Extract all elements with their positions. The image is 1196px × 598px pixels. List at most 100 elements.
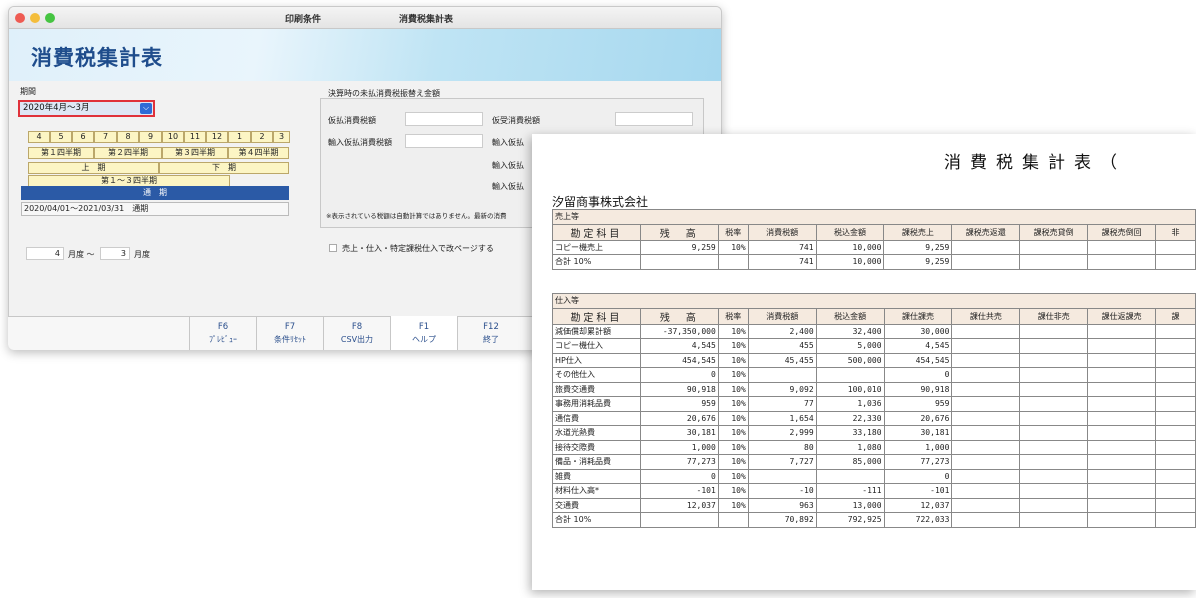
to-month-unit: 月度: [134, 250, 150, 259]
header-banner: 消費税集計表: [9, 29, 721, 81]
csv-export-button[interactable]: F8 CSV出力: [323, 316, 390, 350]
csv-key: F8: [351, 322, 363, 332]
value-cell: 963: [747, 497, 817, 513]
first-half-button[interactable]: 上 期: [28, 162, 159, 174]
yunyu-karibarai-field[interactable]: [405, 134, 483, 148]
karibarai-field[interactable]: [405, 112, 483, 126]
month-button-8[interactable]: 8: [117, 131, 139, 143]
month-button-5[interactable]: 5: [50, 131, 72, 143]
period-select[interactable]: 2020年4月～3月 ⌵: [18, 100, 155, 117]
value-cell: [951, 468, 1021, 484]
title-bar: 印刷条件 消費税集計表: [9, 7, 721, 29]
month-button-1[interactable]: 1: [228, 131, 251, 143]
reset-conditions-button[interactable]: F7 条件ﾘｾｯﾄ: [256, 316, 323, 350]
month-button-2[interactable]: 2: [251, 131, 273, 143]
month-button-12[interactable]: 12: [206, 131, 228, 143]
value-cell: [1155, 410, 1196, 426]
purchase-table: 仕入等 勘定科目残 高税率 消費税額 税込金額 課仕課売 課仕共売 課仕非売 課仕返課売課減価…: [552, 293, 1196, 528]
preview-button[interactable]: F6 ﾌﾟﾚﾋﾞｭｰ: [189, 316, 256, 350]
quarter-button-4[interactable]: 第４四半期: [228, 147, 289, 159]
month-button-7[interactable]: 7: [94, 131, 117, 143]
value-cell: [1087, 367, 1157, 383]
full-year-button[interactable]: 通 期: [21, 186, 289, 200]
value-cell: 9,259: [639, 239, 719, 255]
month-button-6[interactable]: 6: [72, 131, 94, 143]
value-cell: [951, 454, 1021, 470]
tab-print-conditions[interactable]: 印刷条件: [285, 12, 321, 25]
quarter-button-2[interactable]: 第２四半期: [94, 147, 162, 159]
value-cell: [951, 381, 1021, 397]
value-cell: [1087, 483, 1157, 499]
account-name-cell: 備品・消耗品費: [552, 454, 641, 470]
close-window-icon[interactable]: [15, 13, 25, 23]
to-month-input[interactable]: 3: [100, 247, 130, 260]
value-cell: [1155, 254, 1196, 270]
column-header: 非: [1155, 223, 1196, 241]
tab-consumption-tax-summary[interactable]: 消費税集計表: [399, 12, 453, 25]
account-name-cell: コピー機仕入: [552, 338, 641, 354]
table-row: その他仕入 0 10% 0: [552, 367, 1196, 383]
month-button-11[interactable]: 11: [184, 131, 206, 143]
value-cell: [1155, 439, 1196, 455]
column-header: 課仕非売: [1019, 307, 1089, 325]
value-cell: 10%: [717, 352, 749, 368]
column-header: 課仕返課売: [1087, 307, 1157, 325]
value-cell: [1019, 439, 1089, 455]
table-row: 減価償却累計額 -37,350,000 10% 2,400 32,400 30,000: [552, 323, 1196, 339]
month-button-10[interactable]: 10: [162, 131, 184, 143]
value-cell: [1087, 352, 1157, 368]
value-cell: 454,545: [883, 352, 953, 368]
value-cell: 30,181: [639, 425, 719, 441]
table-row: 材料仕入高* -101 10% -10 -111 -101: [552, 483, 1196, 499]
value-cell: 10%: [717, 454, 749, 470]
chevron-down-icon[interactable]: ⌵: [140, 103, 152, 114]
value-cell: 722,033: [883, 512, 953, 528]
value-cell: -10: [747, 483, 817, 499]
from-month-input[interactable]: 4: [26, 247, 64, 260]
value-cell: 1,080: [815, 439, 885, 455]
value-cell: [1087, 239, 1157, 255]
minimize-window-icon[interactable]: [30, 13, 40, 23]
account-name-cell: 材料仕入高*: [552, 483, 641, 499]
csv-label: CSV出力: [340, 335, 374, 344]
value-cell: 30,181: [883, 425, 953, 441]
value-cell: 100,010: [815, 381, 885, 397]
value-cell: [1155, 425, 1196, 441]
value-cell: 9,259: [883, 239, 953, 255]
month-button-4[interactable]: 4: [28, 131, 50, 143]
value-cell: [1155, 483, 1196, 499]
value-cell: [639, 254, 719, 270]
zoom-window-icon[interactable]: [45, 13, 55, 23]
value-cell: [1019, 396, 1089, 412]
value-cell: [747, 367, 817, 383]
account-name-cell: 減価償却累計額: [552, 323, 641, 339]
value-cell: [951, 497, 1021, 513]
help-button[interactable]: F1 ヘルプ: [390, 316, 457, 350]
value-cell: [1155, 338, 1196, 354]
preview-key: F6: [217, 322, 229, 332]
exit-button[interactable]: F12 終了: [457, 316, 524, 350]
exit-label: 終了: [483, 335, 499, 344]
value-cell: 13,000: [815, 497, 885, 513]
account-name-cell: その他仕入: [552, 367, 641, 383]
group-row: 売上等: [552, 209, 1196, 225]
month-button-9[interactable]: 9: [139, 131, 162, 143]
table-row: 水道光熱費 30,181 10% 2,999 33,180 30,181: [552, 425, 1196, 441]
value-cell: 77,273: [639, 454, 719, 470]
quarter-button-3[interactable]: 第３四半期: [162, 147, 228, 159]
value-cell: [1019, 367, 1089, 383]
value-cell: [1155, 468, 1196, 484]
preview-label: ﾌﾟﾚﾋﾞｭｰ: [209, 335, 237, 344]
table-row: 接待交際費 1,000 10% 80 1,080 1,000: [552, 439, 1196, 455]
karijuke-field[interactable]: [615, 112, 693, 126]
page-title: 消費税集計表: [31, 46, 163, 70]
value-cell: [815, 468, 885, 484]
value-cell: 33,180: [815, 425, 885, 441]
header-row: 勘定科目残 高税率 消費税額 税込金額 課税売上 課税売返還 課税売貸倒 課税売倒回非: [552, 223, 1196, 241]
value-cell: 455: [747, 338, 817, 354]
table-row: 合計 10% 741 10,000 9,259: [552, 254, 1196, 270]
second-half-button[interactable]: 下 期: [159, 162, 289, 174]
page-break-checkbox[interactable]: [329, 244, 337, 252]
month-button-3[interactable]: 3: [273, 131, 290, 143]
quarter-button-1[interactable]: 第１四半期: [28, 147, 94, 159]
